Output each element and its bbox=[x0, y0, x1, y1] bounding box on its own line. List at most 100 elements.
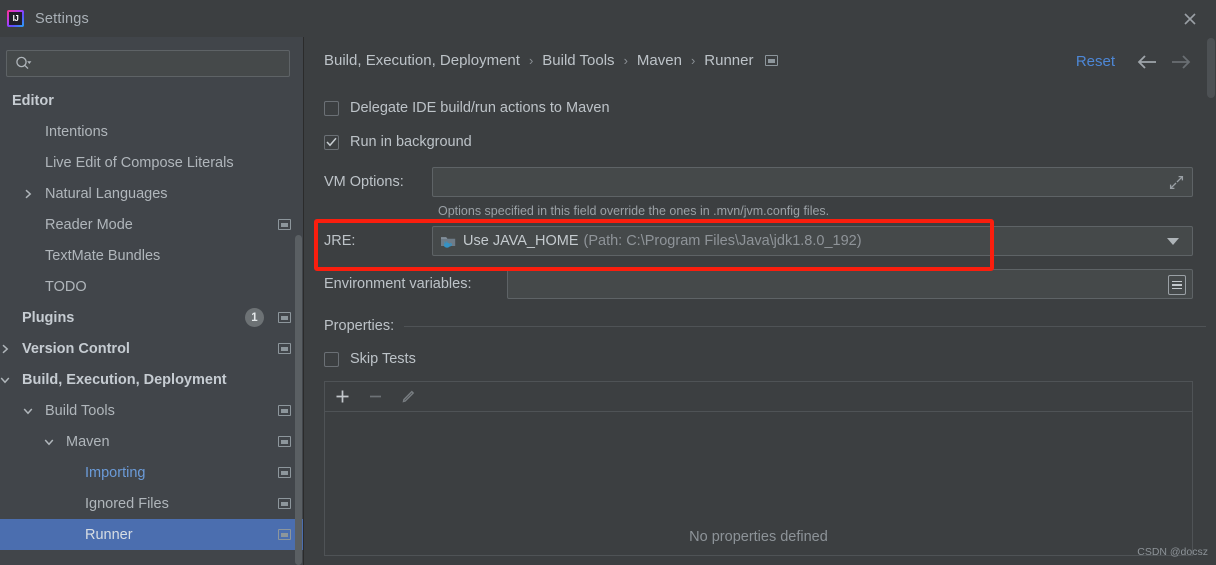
sidebar-item-label: Build, Execution, Deployment bbox=[22, 371, 227, 388]
breadcrumb-separator: › bbox=[623, 53, 628, 68]
breadcrumb: Build, Execution, Deployment › Build Too… bbox=[324, 52, 779, 69]
delegate-checkbox-row[interactable]: Delegate IDE build/run actions to Maven bbox=[324, 95, 1214, 121]
sidebar-item-maven[interactable]: Maven bbox=[0, 426, 303, 457]
settings-tree: Editor Intentions Live Edit of Compose Lit… bbox=[0, 85, 303, 550]
browse-icon[interactable] bbox=[1168, 275, 1186, 295]
sidebar-item-label: Natural Languages bbox=[45, 185, 168, 202]
jre-value-path: (Path: C:\Program Files\Java\jdk1.8.0_19… bbox=[583, 233, 862, 249]
sidebar-item-label: Plugins bbox=[22, 309, 75, 326]
modified-settings-icon bbox=[278, 405, 291, 416]
breadcrumb-separator: › bbox=[690, 53, 696, 68]
chevron-down-icon[interactable] bbox=[0, 373, 12, 387]
delegate-checkbox-label: Delegate IDE build/run actions to Maven bbox=[350, 100, 610, 116]
modified-settings-icon bbox=[278, 467, 291, 478]
arrow-left-icon[interactable] bbox=[1134, 49, 1160, 75]
breadcrumb-item-3[interactable]: Runner bbox=[704, 52, 753, 69]
expand-icon[interactable] bbox=[1169, 175, 1184, 195]
breadcrumb-item-1[interactable]: Build Tools bbox=[542, 52, 614, 69]
sidebar-item-textmate-bundles[interactable]: TextMate Bundles bbox=[0, 240, 303, 271]
run-in-background-label: Run in background bbox=[350, 134, 472, 150]
breadcrumb-item-0[interactable]: Build, Execution, Deployment bbox=[324, 52, 520, 69]
vm-options-label: VM Options: bbox=[324, 174, 404, 190]
sidebar-item-label: TODO bbox=[45, 278, 87, 295]
breadcrumb-item-2[interactable]: Maven bbox=[637, 52, 682, 69]
sidebar-item-editor[interactable]: Editor bbox=[0, 85, 303, 116]
sidebar-item-badge: 1 bbox=[245, 308, 264, 327]
window-title: Settings bbox=[35, 10, 89, 27]
delegate-checkbox[interactable] bbox=[324, 100, 339, 116]
skip-tests-label: Skip Tests bbox=[350, 351, 416, 367]
watermark: CSDN @docsz bbox=[1137, 546, 1208, 558]
modified-settings-icon bbox=[278, 312, 291, 323]
sidebar-item-runner[interactable]: Runner bbox=[0, 519, 303, 550]
properties-empty-message: No properties defined bbox=[689, 529, 828, 545]
search-field-wrapper bbox=[6, 50, 290, 77]
run-in-background-row[interactable]: Run in background bbox=[324, 129, 1214, 155]
sidebar-item-label: Version Control bbox=[22, 340, 130, 357]
sidebar-item-build-execution-deployment[interactable]: Build, Execution, Deployment bbox=[0, 364, 303, 395]
chevron-down-icon[interactable] bbox=[21, 404, 35, 418]
sidebar-item-label: Reader Mode bbox=[45, 216, 133, 233]
chevron-down-icon[interactable] bbox=[1167, 238, 1179, 245]
sidebar-item-todo[interactable]: TODO bbox=[0, 271, 303, 302]
sidebar-item-label: Maven bbox=[66, 433, 110, 450]
main-scrollbar-thumb[interactable] bbox=[1207, 38, 1215, 98]
close-icon[interactable] bbox=[1176, 5, 1204, 33]
sidebar-item-label: TextMate Bundles bbox=[45, 247, 161, 264]
settings-dialog: IJ Settings Editor Intentions Live Edit … bbox=[0, 0, 1216, 565]
sidebar-item-plugins[interactable]: Plugins 1 bbox=[0, 302, 303, 333]
sidebar-item-intentions[interactable]: Intentions bbox=[0, 116, 303, 147]
jre-label: JRE: bbox=[324, 233, 356, 249]
env-vars-row: Environment variables: bbox=[324, 269, 1214, 299]
chevron-right-icon[interactable] bbox=[21, 187, 35, 201]
env-vars-label: Environment variables: bbox=[324, 276, 472, 292]
search-input[interactable] bbox=[32, 55, 289, 72]
sidebar-item-importing[interactable]: Importing bbox=[0, 457, 303, 488]
sidebar-scrollbar-track[interactable] bbox=[294, 37, 303, 565]
properties-toolbar bbox=[325, 382, 1192, 412]
sidebar-item-version-control[interactable]: Version Control bbox=[0, 333, 303, 364]
main-scrollbar-track[interactable] bbox=[1206, 37, 1216, 565]
arrow-right-icon bbox=[1168, 49, 1194, 75]
plus-icon[interactable] bbox=[335, 389, 350, 404]
jre-combobox[interactable]: Use JAVA_HOME (Path: C:\Program Files\Ja… bbox=[432, 226, 1193, 256]
breadcrumb-separator: › bbox=[528, 53, 534, 68]
sidebar-item-build-tools[interactable]: Build Tools bbox=[0, 395, 303, 426]
sidebar-item-label: Intentions bbox=[45, 123, 108, 140]
sidebar-item-live-edit-of-compose-literals[interactable]: Live Edit of Compose Literals bbox=[0, 147, 303, 178]
chevron-down-icon[interactable] bbox=[42, 435, 56, 449]
properties-section-label: Properties: bbox=[324, 318, 395, 334]
sidebar-item-ignored-files[interactable]: Ignored Files bbox=[0, 488, 303, 519]
settings-main-panel: Build, Execution, Deployment › Build Too… bbox=[304, 37, 1216, 565]
modified-settings-icon bbox=[765, 55, 779, 66]
java-home-folder-icon bbox=[440, 234, 457, 249]
sidebar-item-label: Build Tools bbox=[45, 402, 115, 419]
run-in-background-checkbox[interactable] bbox=[324, 134, 339, 150]
sidebar-item-natural-languages[interactable]: Natural Languages bbox=[0, 178, 303, 209]
chevron-right-icon[interactable] bbox=[0, 342, 12, 356]
search-box[interactable] bbox=[6, 50, 290, 77]
skip-tests-checkbox[interactable] bbox=[324, 351, 339, 367]
jre-value-main: Use JAVA_HOME bbox=[463, 233, 579, 249]
title-bar: IJ Settings bbox=[0, 0, 1216, 38]
settings-sidebar: Editor Intentions Live Edit of Compose Lit… bbox=[0, 37, 304, 565]
vm-options-hint: Options specified in this field override… bbox=[438, 204, 830, 218]
pencil-icon bbox=[401, 389, 416, 404]
sidebar-item-reader-mode[interactable]: Reader Mode bbox=[0, 209, 303, 240]
env-vars-input[interactable] bbox=[507, 269, 1193, 299]
sidebar-item-label: Live Edit of Compose Literals bbox=[45, 154, 234, 171]
jre-row: JRE: Use JAVA_HOME (Path: C:\Program Fil… bbox=[324, 226, 1214, 256]
vm-options-row: VM Options: bbox=[324, 167, 1214, 197]
skip-tests-row[interactable]: Skip Tests bbox=[324, 346, 1214, 372]
properties-panel: No properties defined bbox=[324, 381, 1193, 556]
search-icon bbox=[15, 56, 32, 71]
sidebar-item-label: Editor bbox=[12, 92, 54, 109]
intellij-idea-icon: IJ bbox=[7, 10, 24, 27]
sidebar-scrollbar-thumb[interactable] bbox=[295, 235, 302, 565]
vm-options-input[interactable] bbox=[432, 167, 1193, 197]
sidebar-item-label: Importing bbox=[85, 464, 146, 481]
sidebar-item-label: Ignored Files bbox=[85, 495, 169, 512]
reset-button[interactable]: Reset bbox=[1076, 53, 1115, 70]
modified-settings-icon bbox=[278, 529, 291, 540]
modified-settings-icon bbox=[278, 498, 291, 509]
